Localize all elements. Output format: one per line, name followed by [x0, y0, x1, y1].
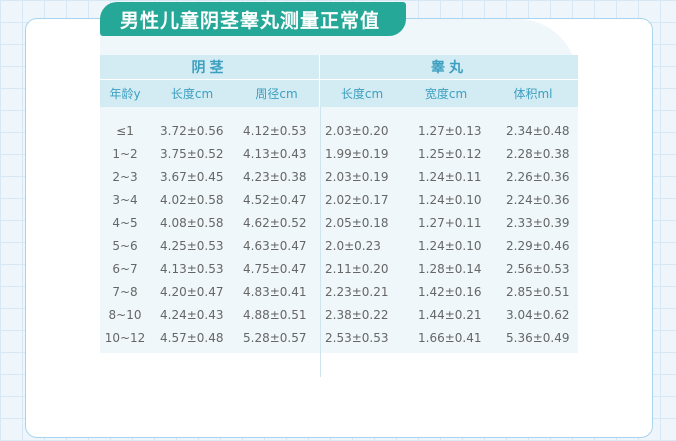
cell-testis-width: 1.24±0.11 [418, 169, 482, 184]
cell-testis-length: 2.03±0.19 [325, 169, 389, 184]
cell-testis-width: 1.24±0.10 [418, 192, 482, 207]
column-header-penis-length: 长度cm [170, 87, 214, 101]
cell-testis-volume: 2.29±0.46 [506, 238, 570, 253]
column-header-testis-volume: 体积ml [513, 87, 553, 101]
cell-testis-volume: 2.24±0.36 [506, 192, 570, 207]
cell-penis-length: 3.75±0.52 [160, 146, 224, 161]
cell-testis-length: 2.23±0.21 [325, 284, 389, 299]
measurement-table: 阴茎 睾丸 年龄y 长度cm 周径cm 长度cm 宽度cm 体积ml ≤1 3.7… [100, 55, 578, 377]
cell-penis-length: 4.20±0.47 [160, 284, 224, 299]
cell-age: 5~6 [112, 238, 138, 253]
cell-testis-length: 1.99±0.19 [325, 146, 389, 161]
column-header-testis-width: 宽度cm [424, 87, 468, 101]
cell-age: 3~4 [112, 192, 138, 207]
cell-penis-circumference: 4.88±0.51 [243, 307, 307, 322]
cell-testis-width: 1.42±0.16 [418, 284, 482, 299]
cell-age: 2~3 [112, 169, 138, 184]
cell-testis-length: 2.03±0.20 [325, 123, 389, 138]
cell-testis-width: 1.24±0.10 [418, 238, 482, 253]
cell-penis-circumference: 4.62±0.52 [243, 215, 307, 230]
table-row: 5~6 4.25±0.53 4.63±0.47 2.0±0.23 1.24±0.10 2.… [100, 234, 578, 257]
column-header-penis-circumference: 周径cm [234, 80, 320, 107]
cell-age: ≤1 [116, 123, 134, 138]
cell-penis-circumference: 4.63±0.47 [243, 238, 307, 253]
cell-age: 6~7 [112, 261, 138, 276]
table-row: 2~3 3.67±0.45 4.23±0.38 2.03±0.19 1.24±0.11 2… [100, 165, 578, 188]
cell-testis-volume: 2.34±0.48 [506, 123, 570, 138]
cell-testis-volume: 2.33±0.39 [506, 215, 570, 230]
cell-testis-width: 1.25±0.12 [418, 146, 482, 161]
cell-penis-length: 4.13±0.53 [160, 261, 224, 276]
cell-penis-circumference: 4.52±0.47 [243, 192, 307, 207]
penis-group-header: 阴茎 [100, 55, 320, 79]
cell-penis-circumference: 5.28±0.57 [243, 330, 307, 345]
table-row: 8~10 4.24±0.43 4.88±0.51 2.38±0.22 1.44±0.21… [100, 303, 578, 326]
cell-testis-volume: 3.04±0.62 [506, 307, 570, 322]
cell-testis-volume: 2.56±0.53 [506, 261, 570, 276]
group-header-row: 阴茎 睾丸 [100, 55, 578, 80]
cell-testis-volume: 2.28±0.38 [506, 146, 570, 161]
cell-testis-length: 2.02±0.17 [325, 192, 389, 207]
cell-testis-width: 1.27±0.13 [418, 123, 482, 138]
column-group-divider [320, 107, 321, 377]
cell-penis-circumference: 4.12±0.53 [243, 123, 307, 138]
cell-penis-circumference: 4.13±0.43 [243, 146, 307, 161]
cell-penis-circumference: 4.83±0.41 [243, 284, 307, 299]
table-body: ≤1 3.72±0.56 4.12±0.53 2.03±0.20 1.27±0.13 2.… [100, 107, 578, 377]
cell-testis-width: 1.27+0.11 [418, 215, 482, 230]
cell-age: 7~8 [112, 284, 138, 299]
cell-testis-width: 1.66±0.41 [418, 330, 482, 345]
cell-penis-length: 4.02±0.58 [160, 192, 224, 207]
cell-age: 4~5 [112, 215, 138, 230]
cell-testis-volume: 2.26±0.36 [506, 169, 570, 184]
page-title: 男性儿童阴茎睾丸测量正常值 [100, 2, 406, 36]
table-row: 4~5 4.08±0.58 4.62±0.52 2.05±0.18 1.27+0.11 2… [100, 211, 578, 234]
cell-testis-length: 2.11±0.20 [325, 261, 389, 276]
table-row: 1~2 3.75±0.52 4.13±0.43 1.99±0.19 1.25±0.12 2… [100, 142, 578, 165]
cell-penis-length: 4.25±0.53 [160, 238, 224, 253]
cell-age: 8~10 [108, 307, 142, 322]
cell-testis-volume: 2.85±0.51 [506, 284, 570, 299]
cell-penis-circumference: 4.75±0.47 [243, 261, 307, 276]
cell-penis-circumference: 4.23±0.38 [243, 169, 307, 184]
cell-penis-length: 4.08±0.58 [160, 215, 224, 230]
cell-testis-length: 2.0±0.23 [325, 238, 381, 253]
table-row: ≤1 3.72±0.56 4.12±0.53 2.03±0.20 1.27±0.13 2.… [100, 119, 578, 142]
cell-penis-length: 4.57±0.48 [160, 330, 224, 345]
cell-age: 1~2 [112, 146, 138, 161]
column-header-row: 年龄y 长度cm 周径cm 长度cm 宽度cm 体积ml [100, 80, 578, 107]
column-header-age: 年龄y [109, 87, 141, 101]
cell-testis-length: 2.38±0.22 [325, 307, 389, 322]
cell-penis-length: 4.24±0.43 [160, 307, 224, 322]
table-row: 7~8 4.20±0.47 4.83±0.41 2.23±0.21 1.42±0.16 2… [100, 280, 578, 303]
testis-group-header: 睾丸 [431, 60, 467, 76]
cell-testis-length: 2.05±0.18 [325, 215, 389, 230]
column-header-testis-length: 长度cm [340, 87, 384, 101]
table-row: 6~7 4.13±0.53 4.75±0.47 2.11±0.20 1.28±0.14 2… [100, 257, 578, 280]
table-row: 10~12 4.57±0.48 5.28±0.57 2.53±0.53 1.66±0.4… [100, 326, 578, 349]
cell-testis-width: 1.28±0.14 [418, 261, 482, 276]
cell-penis-length: 3.72±0.56 [160, 123, 224, 138]
cell-testis-width: 1.44±0.21 [418, 307, 482, 322]
cell-penis-length: 3.67±0.45 [160, 169, 224, 184]
cell-testis-volume: 5.36±0.49 [506, 330, 570, 345]
cell-testis-length: 2.53±0.53 [325, 330, 389, 345]
cell-age: 10~12 [104, 330, 146, 345]
table-row: 3~4 4.02±0.58 4.52±0.47 2.02±0.17 1.24±0.10 2… [100, 188, 578, 211]
